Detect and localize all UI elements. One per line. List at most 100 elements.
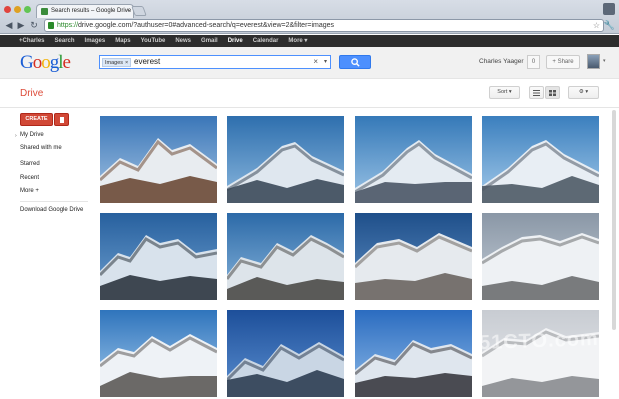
gbar-item-news[interactable]: News: [170, 35, 196, 47]
mountain-photo: [355, 116, 472, 203]
search-input[interactable]: Images × everest × ▾: [99, 55, 331, 69]
grid-view-icon: [549, 90, 556, 96]
magnifier-icon: [350, 58, 360, 67]
image-thumbnail[interactable]: [355, 116, 472, 203]
gbar-item-search[interactable]: Search: [50, 35, 80, 47]
image-thumbnail[interactable]: [227, 213, 344, 300]
share-button[interactable]: + Share: [546, 55, 580, 69]
google-bar: +Charles Search Images Maps YouTube News Gmail…: [0, 35, 619, 47]
gbar-item-gmail[interactable]: Gmail: [196, 35, 223, 47]
sidebar-item-more[interactable]: More +: [20, 188, 39, 194]
lock-icon: [48, 22, 54, 29]
browser-chrome: Search results – Google Drive × ◀ ▶ ↻ ht…: [0, 0, 619, 34]
address-bar[interactable]: https://drive.google.com/?authuser=0#adv…: [44, 19, 604, 32]
image-thumbnail[interactable]: [355, 310, 472, 397]
logo-letter: o: [41, 52, 50, 73]
sidebar-item-recent[interactable]: Recent: [20, 175, 39, 181]
mountain-photo: [100, 310, 217, 397]
browser-tab[interactable]: Search results – Google Drive ×: [36, 4, 134, 18]
mountain-photo: [482, 213, 599, 300]
gbar-item-drive[interactable]: Drive: [223, 35, 248, 47]
tab-title: Search results – Google Drive: [51, 8, 132, 14]
google-logo[interactable]: Google: [20, 52, 72, 74]
logo-letter: e: [62, 52, 72, 73]
sidebar: CREATE › My Drive Shared with me Starred…: [0, 108, 96, 399]
mountain-photo: [355, 310, 472, 397]
reload-icon[interactable]: ↻: [29, 20, 39, 30]
scrollbar-thumb[interactable]: [612, 110, 616, 330]
image-thumbnail[interactable]: [482, 116, 599, 203]
image-thumbnail[interactable]: [100, 213, 217, 300]
avatar[interactable]: [587, 54, 600, 69]
image-thumbnail[interactable]: [355, 213, 472, 300]
profile-badge-icon[interactable]: [603, 3, 615, 15]
download-google-drive-link[interactable]: Download Google Drive: [20, 207, 83, 213]
gbar-item-youtube[interactable]: YouTube: [136, 35, 171, 47]
list-view-icon: [533, 90, 540, 96]
chip-label: Images: [105, 60, 124, 66]
gbar-item-images[interactable]: Images: [80, 35, 111, 47]
logo-letter: o: [32, 52, 42, 73]
minimize-window-button[interactable]: [14, 6, 21, 13]
url-scheme: https://: [57, 22, 79, 29]
page-title[interactable]: Drive: [20, 88, 43, 99]
mountain-photo: [227, 310, 344, 397]
drive-favicon-icon: [41, 8, 48, 15]
forward-icon[interactable]: ▶: [16, 20, 26, 30]
logo-letter: G: [20, 52, 34, 73]
mountain-photo: [482, 116, 599, 203]
settings-button[interactable]: ⚙ ▾: [568, 86, 599, 99]
mountain-photo: [100, 213, 217, 300]
notification-count[interactable]: 0: [527, 55, 540, 69]
new-tab-button[interactable]: [131, 6, 147, 16]
tab-close-icon[interactable]: ×: [126, 8, 130, 14]
avatar-dropdown-icon[interactable]: ▾: [603, 58, 606, 64]
close-window-button[interactable]: [4, 6, 11, 13]
sidebar-item-starred[interactable]: Starred: [20, 161, 40, 167]
url-text: drive.google.com/?authuser=0#advanced-se…: [78, 22, 335, 29]
upload-icon: [60, 117, 64, 123]
scrollbar[interactable]: [611, 108, 617, 399]
sort-button[interactable]: Sort ▾: [489, 86, 520, 99]
expand-arrow-icon[interactable]: ›: [15, 133, 17, 139]
drive-header: Google Images × everest × ▾ Charles Yaage…: [0, 47, 619, 79]
sidebar-item-shared-with-me[interactable]: Shared with me: [20, 145, 62, 151]
search-options-dropdown-icon[interactable]: ▾: [324, 58, 327, 65]
sidebar-item-my-drive[interactable]: My Drive: [20, 132, 44, 138]
image-thumbnail[interactable]: [482, 213, 599, 300]
upload-button[interactable]: [54, 113, 69, 126]
image-thumbnail[interactable]: [227, 310, 344, 397]
watermark: 51CTO.com: [478, 327, 600, 355]
mountain-photo: [355, 213, 472, 300]
image-thumbnail[interactable]: [100, 310, 217, 397]
gbar-item-calendar[interactable]: Calendar: [248, 35, 284, 47]
gbar-item-charles[interactable]: +Charles: [0, 35, 50, 47]
sidebar-divider: [20, 201, 88, 202]
drive-toolbar: Drive Sort ▾ ⚙ ▾: [0, 80, 619, 108]
gbar-item-more[interactable]: More ▾: [283, 35, 312, 47]
wrench-icon[interactable]: 🔧: [604, 20, 615, 31]
back-icon[interactable]: ◀: [4, 20, 14, 30]
create-button[interactable]: CREATE: [20, 113, 53, 126]
search-query[interactable]: everest: [134, 57, 160, 66]
gear-icon: ⚙: [578, 89, 584, 95]
logo-letter: g: [49, 52, 59, 73]
images-filter-chip[interactable]: Images ×: [102, 58, 132, 67]
search-button[interactable]: [339, 55, 371, 69]
gbar-item-maps[interactable]: Maps: [110, 35, 135, 47]
list-view-button[interactable]: [529, 86, 544, 99]
zoom-window-button[interactable]: [24, 6, 31, 13]
bookmark-star-icon[interactable]: ☆: [593, 20, 600, 31]
sort-dropdown-icon: ▾: [508, 89, 512, 95]
user-name[interactable]: Charles Yaager: [479, 58, 524, 65]
clear-search-icon[interactable]: ×: [313, 57, 318, 66]
chip-remove-icon[interactable]: ×: [125, 60, 128, 66]
image-thumbnail[interactable]: [100, 116, 217, 203]
settings-dropdown-icon: ▾: [585, 89, 589, 95]
image-thumbnail[interactable]: [227, 116, 344, 203]
mountain-photo: [227, 116, 344, 203]
mountain-photo: [100, 116, 217, 203]
grid-view-button[interactable]: [545, 86, 560, 99]
image-grid: [100, 116, 610, 399]
sort-label: Sort: [497, 89, 508, 95]
